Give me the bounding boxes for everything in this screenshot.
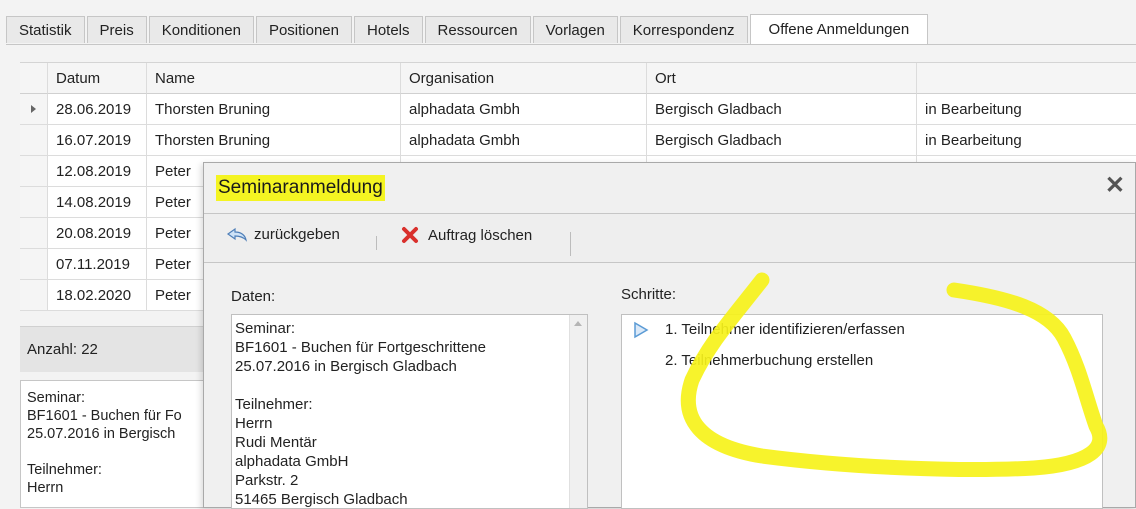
cell-name[interactable]: Thorsten Bruning xyxy=(147,94,401,124)
delete-order-button[interactable]: Auftrag löschen xyxy=(401,226,532,244)
column-header-ort[interactable]: Ort xyxy=(647,63,917,94)
scroll-up-arrow-icon[interactable] xyxy=(574,321,582,326)
cell-status[interactable]: in Bearbeitung xyxy=(917,125,1136,155)
tab-vorlagen[interactable]: Vorlagen xyxy=(532,16,618,43)
column-header-datum[interactable]: Datum xyxy=(48,63,147,94)
step-item[interactable]: 1. Teilnehmer identifizieren/erfassen xyxy=(665,321,905,338)
data-line: Herrn xyxy=(235,415,273,432)
row-indicator xyxy=(20,125,48,155)
column-header-organisation[interactable]: Organisation xyxy=(401,63,647,94)
grid-header-row: Datum Name Organisation Ort xyxy=(20,63,1136,94)
detail-line: Teilnehmer: xyxy=(27,462,102,478)
cell-organisation[interactable]: alphadata Gmbh xyxy=(401,94,647,124)
cell-organisation[interactable]: alphadata Gmbh xyxy=(401,125,647,155)
step-item[interactable]: 2. Teilnehmerbuchung erstellen xyxy=(665,352,873,369)
detail-line: Herrn xyxy=(27,480,64,496)
return-label: zurückgeben xyxy=(254,226,340,243)
data-line xyxy=(235,376,584,395)
data-line: Rudi Mentär xyxy=(235,434,317,451)
delete-order-label: Auftrag löschen xyxy=(428,226,533,244)
tab-konditionen[interactable]: Konditionen xyxy=(148,16,254,43)
return-button[interactable]: zurückgeben xyxy=(226,226,340,243)
cell-status[interactable]: in Bearbeitung xyxy=(917,94,1136,124)
cell-datum[interactable]: 28.06.2019 xyxy=(48,94,147,124)
detail-line: 25.07.2016 in Bergisch xyxy=(27,426,176,442)
row-indicator-header xyxy=(20,63,48,94)
dialog-toolbar: zurückgeben Auftrag löschen xyxy=(204,213,1135,263)
cell-datum[interactable]: 20.08.2019 xyxy=(48,218,147,248)
tab-positionen[interactable]: Positionen xyxy=(255,16,352,43)
toolbar-separator xyxy=(570,232,571,256)
steps-list[interactable]: 1. Teilnehmer identifizieren/erfassen 2.… xyxy=(621,314,1103,509)
current-row-icon xyxy=(31,105,36,113)
data-line: BF1601 - Buchen für Fortgeschrittene xyxy=(235,339,486,356)
data-textbox[interactable]: Seminar: BF1601 - Buchen für Fortgeschri… xyxy=(231,314,588,509)
data-line: Seminar: xyxy=(235,320,296,337)
table-row[interactable]: 28.06.2019 Thorsten Bruning alphadata Gm… xyxy=(20,94,1136,125)
steps-label: Schritte: xyxy=(621,286,677,303)
data-line: Teilnehmer: xyxy=(235,396,313,413)
cell-name[interactable]: Thorsten Bruning xyxy=(147,125,401,155)
detail-line xyxy=(27,443,213,461)
column-header-status[interactable] xyxy=(917,63,1136,94)
tab-statistik[interactable]: Statistik xyxy=(6,16,85,43)
table-row[interactable]: 16.07.2019 Thorsten Bruning alphadata Gm… xyxy=(20,125,1136,156)
data-line: alphadata GmbH xyxy=(235,453,349,470)
tab-ressourcen[interactable]: Ressourcen xyxy=(424,16,531,43)
row-indicator xyxy=(20,249,48,279)
cell-datum[interactable]: 18.02.2020 xyxy=(48,280,147,310)
record-count: Anzahl: 22 xyxy=(27,341,98,358)
detail-line: BF1601 - Buchen für Fo xyxy=(27,408,182,424)
seminar-registration-dialog: Seminaranmeldung ✕ zurückgeben Auftrag l… xyxy=(203,162,1136,509)
tab-hotels[interactable]: Hotels xyxy=(354,16,423,43)
data-line: Parkstr. 2 xyxy=(235,472,299,489)
tab-strip: Statistik Preis Konditionen Positionen H… xyxy=(6,14,930,44)
detail-line: Seminar: xyxy=(27,390,86,406)
cell-ort[interactable]: Bergisch Gladbach xyxy=(647,94,917,124)
toolbar-separator xyxy=(376,236,377,250)
row-indicator xyxy=(20,187,48,217)
data-line: 25.07.2016 in Bergisch Gladbach xyxy=(235,358,457,375)
row-indicator xyxy=(20,218,48,248)
row-indicator xyxy=(20,156,48,186)
cell-ort[interactable]: Bergisch Gladbach xyxy=(647,125,917,155)
close-icon[interactable]: ✕ xyxy=(1105,171,1125,200)
tab-offene-anmeldungen[interactable]: Offene Anmeldungen xyxy=(749,14,929,44)
row-indicator xyxy=(20,94,48,124)
tab-preis[interactable]: Preis xyxy=(86,16,147,43)
dialog-title: Seminaranmeldung xyxy=(216,175,385,201)
detail-preview: Seminar: BF1601 - Buchen für Fo 25.07.20… xyxy=(20,380,220,508)
cell-datum[interactable]: 07.11.2019 xyxy=(48,249,147,279)
row-indicator xyxy=(20,280,48,310)
tab-divider xyxy=(6,44,1136,45)
data-label: Daten: xyxy=(231,288,276,305)
vertical-scrollbar[interactable] xyxy=(569,315,587,508)
cell-datum[interactable]: 14.08.2019 xyxy=(48,187,147,217)
column-header-name[interactable]: Name xyxy=(147,63,401,94)
tab-korrespondenz[interactable]: Korrespondenz xyxy=(619,16,748,43)
cell-datum[interactable]: 12.08.2019 xyxy=(48,156,147,186)
data-line: 51465 Bergisch Gladbach xyxy=(235,491,408,508)
undo-arrow-icon xyxy=(226,227,247,242)
cell-datum[interactable]: 16.07.2019 xyxy=(48,125,147,155)
delete-x-icon xyxy=(402,227,418,243)
current-step-arrow-icon xyxy=(634,321,649,339)
